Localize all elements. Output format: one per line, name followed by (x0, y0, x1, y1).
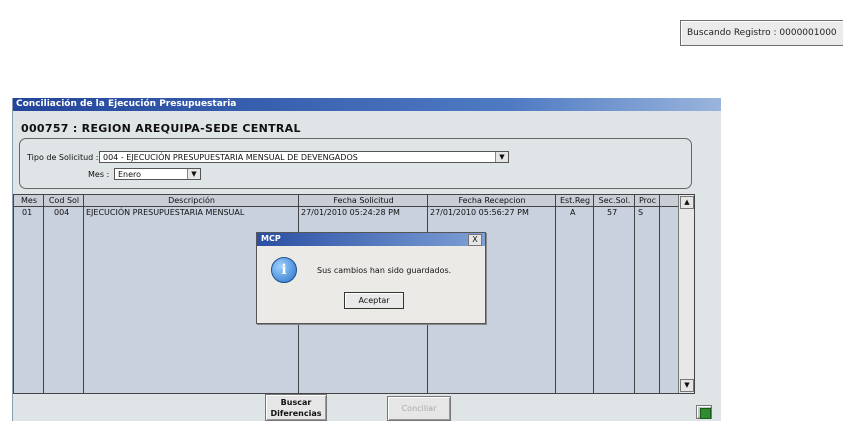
mes-value: Enero (118, 170, 142, 179)
mes-label: Mes : (88, 170, 110, 179)
col-header-descripcion[interactable]: Descripción (84, 195, 299, 206)
window-titlebar[interactable]: Conciliación de la Ejecución Presupuesta… (13, 98, 721, 111)
cell-cod-sol[interactable]: 004 (54, 207, 82, 218)
grid-column (635, 195, 660, 393)
excel-export-button[interactable] (696, 405, 712, 419)
tipo-solicitud-value: 004 - EJECUCIÓN PRESUPUESTARIA MENSUAL D… (103, 153, 358, 162)
grid-column (44, 195, 84, 393)
close-icon[interactable]: X (468, 234, 482, 246)
dialog-message: Sus cambios han sido guardados. (317, 266, 452, 275)
cell-fecha-recepcion[interactable]: 27/01/2010 05:56:27 PM (430, 207, 555, 218)
tipo-solicitud-select[interactable]: 004 - EJECUCIÓN PRESUPUESTARIA MENSUAL D… (99, 151, 509, 163)
scroll-up-icon[interactable]: ▲ (680, 196, 694, 209)
window-title: Conciliación de la Ejecución Presupuesta… (16, 99, 237, 109)
status-box: Buscando Registro : 0000001000 (680, 20, 843, 46)
col-header-proc[interactable]: Proc (635, 195, 660, 206)
col-header-sec-sol[interactable]: Sec.Sol. (594, 195, 635, 206)
buscar-label-line1: Buscar (280, 398, 312, 407)
cell-est-reg[interactable]: A (570, 207, 590, 218)
col-header-mes[interactable]: Mes (14, 195, 44, 206)
dialog-title: MCP (261, 234, 281, 243)
scroll-down-icon[interactable]: ▼ (680, 379, 694, 392)
cell-mes[interactable]: 01 (22, 207, 42, 218)
filter-frame (19, 138, 692, 189)
conciliar-button[interactable]: Conciliar (387, 396, 451, 421)
cell-fecha-solicitud[interactable]: 27/01/2010 05:24:28 PM (301, 207, 427, 218)
cell-sec-sol[interactable]: 57 (607, 207, 627, 218)
buscar-label-line2: Diferencias (270, 409, 322, 418)
grid-column (594, 195, 635, 393)
col-header-est-reg[interactable]: Est.Reg (556, 195, 594, 206)
col-header-cod-sol[interactable]: Cod Sol (44, 195, 84, 206)
cell-descripcion[interactable]: EJECUCIÓN PRESUPUESTARIA MENSUAL (86, 207, 298, 218)
excel-export-icon (700, 408, 711, 419)
col-header-fecha-solicitud[interactable]: Fecha Solicitud (299, 195, 428, 206)
status-text: Buscando Registro : 0000001000 (687, 28, 837, 38)
dialog-titlebar[interactable]: MCP (257, 233, 485, 246)
chevron-down-icon[interactable]: ▼ (187, 169, 200, 179)
chevron-down-icon[interactable]: ▼ (495, 152, 508, 162)
grid-vertical-scrollbar[interactable]: ▲ ▼ (678, 195, 694, 393)
information-icon: i (271, 257, 297, 283)
col-header-fecha-recepcion[interactable]: Fecha Recepcion (428, 195, 556, 206)
tipo-solicitud-label: Tipo de Solicitud : (27, 153, 99, 162)
cell-proc[interactable]: S (638, 207, 656, 218)
buscar-diferencias-button[interactable]: Buscar Diferencias (265, 394, 327, 421)
entity-title: 000757 : REGION AREQUIPA-SEDE CENTRAL (21, 122, 301, 135)
mes-select[interactable]: Enero ▼ (114, 168, 201, 180)
grid-column (556, 195, 594, 393)
aceptar-button[interactable]: Aceptar (344, 292, 404, 309)
grid-column (14, 195, 44, 393)
message-dialog: MCP X i Sus cambios han sido guardados. … (256, 232, 486, 324)
